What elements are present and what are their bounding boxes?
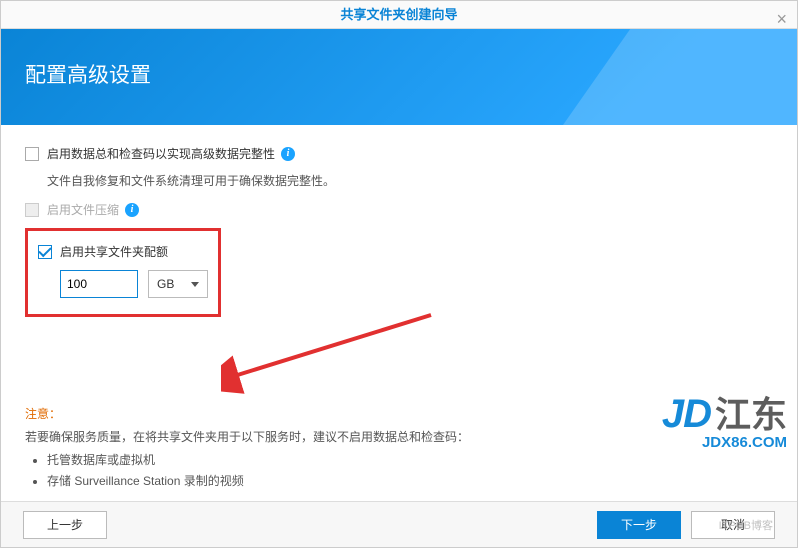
quota-highlight-box: 启用共享文件夹配额 GB: [25, 228, 221, 317]
quota-row: 启用共享文件夹配额: [38, 243, 208, 260]
notice-block: 注意： 若要确保服务质量，在将共享文件夹用于以下服务时，建议不启用数据总和检查码…: [25, 405, 773, 493]
cancel-button[interactable]: 取消: [691, 511, 775, 539]
quota-label: 启用共享文件夹配额: [60, 243, 168, 260]
prev-button[interactable]: 上一步: [23, 511, 107, 539]
footer-bar: 上一步 下一步 取消 ITPUB博客: [1, 501, 797, 547]
checksum-label: 启用数据总和检查码以实现高级数据完整性: [47, 145, 275, 162]
info-icon[interactable]: i: [125, 203, 139, 217]
content-area: 启用数据总和检查码以实现高级数据完整性 i 文件自我修复和文件系统清理可用于确保…: [1, 125, 797, 501]
checksum-checkbox[interactable]: [25, 147, 39, 161]
title-bar: 共享文件夹创建向导 ×: [1, 1, 797, 29]
checksum-row: 启用数据总和检查码以实现高级数据完整性 i: [25, 145, 773, 162]
notice-item: 托管数据库或虚拟机: [47, 451, 773, 468]
notice-title: 注意：: [25, 405, 773, 422]
wizard-modal: 共享文件夹创建向导 × 配置高级设置 启用数据总和检查码以实现高级数据完整性 i…: [0, 0, 798, 548]
quota-unit-value: GB: [157, 277, 174, 291]
compression-label: 启用文件压缩: [47, 201, 119, 218]
annotation-arrow-icon: [221, 307, 441, 397]
quota-input[interactable]: [60, 270, 138, 298]
compression-checkbox: [25, 203, 39, 217]
checksum-hint: 文件自我修复和文件系统清理可用于确保数据完整性。: [47, 172, 773, 189]
header-banner: 配置高级设置: [1, 29, 797, 125]
page-heading: 配置高级设置: [25, 59, 773, 89]
info-icon[interactable]: i: [281, 147, 295, 161]
notice-list: 托管数据库或虚拟机 存储 Surveillance Station 录制的视频: [25, 451, 773, 489]
quota-input-row: GB: [60, 270, 208, 298]
notice-line: 若要确保服务质量，在将共享文件夹用于以下服务时，建议不启用数据总和检查码：: [25, 428, 773, 445]
compression-row: 启用文件压缩 i: [25, 201, 773, 218]
next-button[interactable]: 下一步: [597, 511, 681, 539]
window-title: 共享文件夹创建向导: [340, 7, 457, 22]
chevron-down-icon: [191, 282, 199, 287]
notice-item: 存储 Surveillance Station 录制的视频: [47, 472, 773, 489]
quota-unit-select[interactable]: GB: [148, 270, 208, 298]
quota-checkbox[interactable]: [38, 245, 52, 259]
